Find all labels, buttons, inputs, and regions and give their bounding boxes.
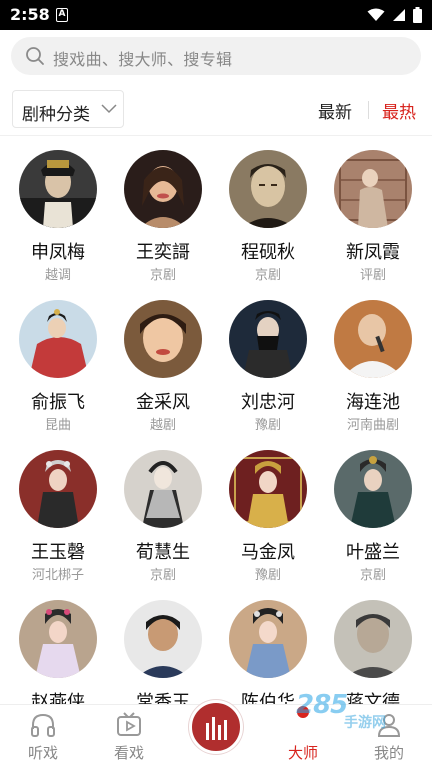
artist-name: 蒋文德 — [346, 692, 400, 704]
artist-avatar — [19, 600, 97, 678]
artist-avatar — [229, 300, 307, 378]
user-icon — [377, 714, 401, 737]
search-input[interactable]: 搜戏曲、搜大师、搜专辑 — [11, 37, 421, 75]
artist-name: 申凤梅 — [31, 242, 85, 263]
artist-genre: 京剧 — [149, 568, 176, 583]
artist-name: 王奕謌 — [136, 242, 190, 263]
headphones-icon — [31, 713, 55, 737]
artist-name: 常香玉 — [136, 692, 190, 704]
artist-genre: 豫剧 — [254, 418, 281, 433]
artist-card[interactable]: 新凤霞 评剧 — [323, 144, 423, 294]
artist-card[interactable]: 赵燕侠 — [8, 594, 108, 704]
center-play-button[interactable] — [189, 700, 243, 754]
notification-icon: A — [56, 8, 68, 22]
nav-mine[interactable]: 我的 — [346, 705, 432, 768]
artist-name: 马金凤 — [241, 542, 295, 563]
artist-genre: 昆曲 — [44, 418, 71, 433]
artist-avatar — [334, 600, 412, 678]
artist-name: 陈伯华 — [241, 692, 295, 704]
artist-card[interactable]: 俞振飞 昆曲 — [8, 294, 108, 444]
artist-card[interactable]: 荀慧生 京剧 — [113, 444, 213, 594]
artist-card[interactable]: 陈伯华 — [218, 594, 318, 704]
artist-avatar — [334, 300, 412, 378]
artist-avatar — [229, 150, 307, 228]
artist-avatar — [124, 300, 202, 378]
sort-newest-tab[interactable]: 最新 — [318, 98, 352, 123]
artist-card[interactable]: 蒋文德 — [323, 594, 423, 704]
search-icon — [26, 47, 44, 65]
artist-name: 程砚秋 — [241, 242, 295, 263]
battery-icon — [413, 7, 422, 23]
artist-name: 王玉磬 — [31, 542, 85, 563]
signal-icon — [393, 9, 405, 21]
artist-avatar — [334, 150, 412, 228]
artist-name: 新凤霞 — [346, 242, 400, 263]
artist-genre: 京剧 — [254, 268, 281, 283]
artist-genre: 越调 — [44, 268, 71, 283]
nav-listen-label: 听戏 — [27, 744, 58, 762]
artist-avatar — [124, 450, 202, 528]
artist-card[interactable]: 海连池 河南曲剧 — [323, 294, 423, 444]
artist-card[interactable]: 申凤梅 越调 — [8, 144, 108, 294]
filter-bar: 剧种分类 最新 最热 — [0, 86, 432, 136]
nav-watch[interactable]: 看戏 — [86, 705, 172, 768]
chevron-down-icon — [101, 104, 117, 114]
status-icons — [367, 6, 422, 24]
artist-card[interactable]: 王玉磬 河北梆子 — [8, 444, 108, 594]
artist-name: 刘忠河 — [241, 392, 295, 413]
artist-genre: 评剧 — [359, 268, 386, 283]
status-time: 2:58 — [10, 5, 50, 24]
artist-card[interactable]: 王奕謌 京剧 — [113, 144, 213, 294]
artist-name: 金采风 — [136, 392, 190, 413]
artist-genre: 越剧 — [149, 418, 176, 433]
masters-active-indicator — [297, 706, 309, 718]
genre-filter-dropdown[interactable]: 剧种分类 — [12, 90, 124, 128]
artist-grid: 申凤梅 越调 王奕謌 京剧 程砚秋 京剧 新凤霞 评剧 俞振飞 昆曲 金采风 越… — [0, 144, 432, 704]
artist-card[interactable]: 程砚秋 京剧 — [218, 144, 318, 294]
nav-listen[interactable]: 听戏 — [0, 705, 86, 768]
bars-icon — [206, 717, 227, 740]
artist-card[interactable]: 常香玉 — [113, 594, 213, 704]
artist-genre: 京剧 — [149, 268, 176, 283]
artist-name: 荀慧生 — [136, 542, 190, 563]
nav-watch-label: 看戏 — [113, 744, 144, 762]
sort-divider — [368, 101, 369, 119]
artist-avatar — [19, 450, 97, 528]
wifi-icon — [367, 8, 385, 21]
artist-card[interactable]: 马金凤 豫剧 — [218, 444, 318, 594]
artist-card[interactable]: 刘忠河 豫剧 — [218, 294, 318, 444]
artist-name: 俞振飞 — [31, 392, 85, 413]
sort-hottest-tab[interactable]: 最热 — [382, 98, 416, 123]
artist-card[interactable]: 金采风 越剧 — [113, 294, 213, 444]
artist-avatar — [19, 300, 97, 378]
artist-genre: 河北梆子 — [31, 568, 84, 583]
artist-name: 叶盛兰 — [346, 542, 400, 563]
artist-name: 海连池 — [346, 392, 400, 413]
artist-genre: 京剧 — [359, 568, 386, 583]
artist-avatar — [124, 150, 202, 228]
artist-card[interactable]: 叶盛兰 京剧 — [323, 444, 423, 594]
artist-avatar — [19, 150, 97, 228]
search-placeholder: 搜戏曲、搜大师、搜专辑 — [53, 50, 233, 69]
artist-avatar — [229, 600, 307, 678]
artist-avatar — [334, 450, 412, 528]
video-icon — [117, 712, 141, 736]
nav-masters-label: 大师 — [287, 744, 318, 762]
artist-avatar — [124, 600, 202, 678]
artist-name: 赵燕侠 — [31, 692, 85, 704]
genre-filter-label: 剧种分类 — [22, 105, 90, 125]
nav-mine-label: 我的 — [373, 744, 404, 762]
artist-genre: 豫剧 — [254, 568, 281, 583]
artist-avatar — [229, 450, 307, 528]
artist-genre: 河南曲剧 — [346, 418, 399, 433]
status-bar: 2:58 A — [0, 0, 432, 30]
